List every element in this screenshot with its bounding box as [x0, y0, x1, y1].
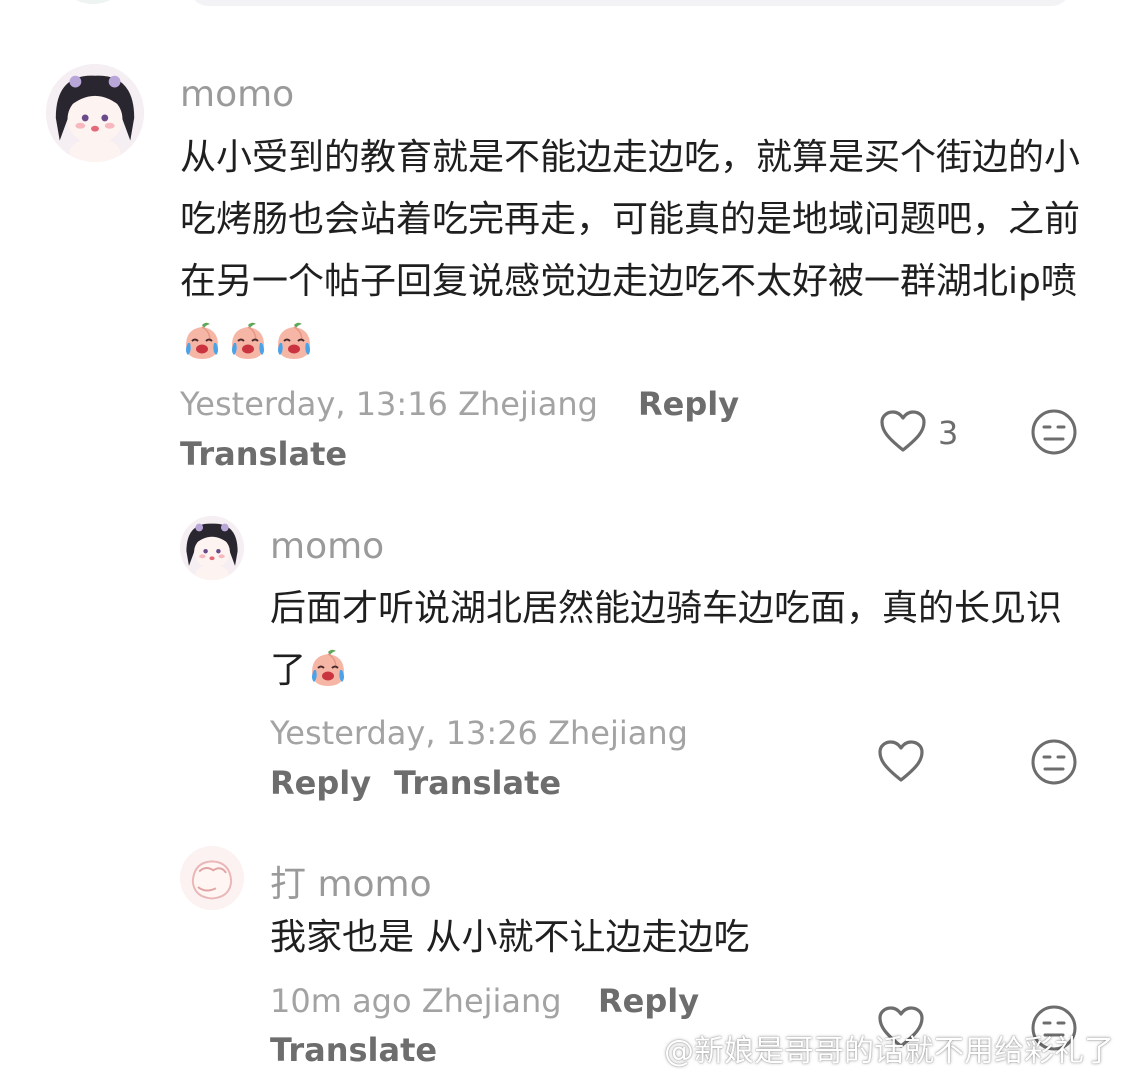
crying-peach-emoji	[306, 646, 350, 690]
like-button[interactable]: 3	[878, 408, 958, 458]
emoji-group	[180, 322, 318, 364]
watermark: @新娘是哥哥的话就不用给彩礼了	[614, 1026, 1114, 1070]
comment-meta: 10m ago Zhejiang	[270, 982, 562, 1020]
comment-body: 我家也是 从小就不让边走边吃	[270, 917, 750, 958]
previous-input-bar	[190, 0, 1070, 6]
avatar[interactable]	[46, 64, 144, 162]
heart-outline-icon	[876, 738, 926, 788]
previous-avatar	[58, 0, 128, 4]
crying-peach-emoji	[272, 319, 316, 363]
emoji-group	[306, 649, 352, 691]
avatar[interactable]	[180, 516, 244, 580]
translate-button[interactable]: Translate	[270, 1031, 437, 1069]
like-button[interactable]	[876, 738, 936, 788]
translate-button[interactable]: Translate	[180, 435, 347, 473]
weibo-logo-icon	[614, 1027, 664, 1069]
meh-face-icon[interactable]	[1030, 738, 1078, 786]
comment-author[interactable]: momo	[180, 74, 294, 115]
avatar[interactable]	[180, 846, 244, 910]
comment-text: 我家也是 从小就不让边走边吃	[270, 907, 1070, 969]
comment-meta: Yesterday, 13:26 Zhejiang	[270, 714, 688, 752]
reply-button[interactable]: Reply	[638, 385, 739, 423]
reply-button[interactable]: Reply	[270, 764, 371, 802]
crying-peach-emoji	[226, 319, 270, 363]
translate-button[interactable]: Translate	[394, 764, 561, 802]
comment-body: 后面才听说湖北居然能边骑车边吃面，真的长见识了	[270, 588, 1063, 691]
comment-text: 从小受到的教育就是不能边走边吃，就算是买个街边的小吃烤肠也会站着吃完再走，可能真…	[180, 127, 1080, 375]
comment-meta: Yesterday, 13:16 Zhejiang	[180, 385, 598, 423]
reply-button[interactable]: Reply	[598, 982, 699, 1020]
comment-body: 从小受到的教育就是不能边走边吃，就算是买个街边的小吃烤肠也会站着吃完再走，可能真…	[180, 137, 1081, 302]
crying-peach-emoji	[180, 319, 224, 363]
comment-author[interactable]: 打 momo	[270, 855, 432, 907]
like-count: 3	[938, 414, 959, 452]
watermark-text: @新娘是哥哥的话就不用给彩礼了	[664, 1034, 1114, 1069]
comment-text: 后面才听说湖北居然能边骑车边吃面，真的长见识了	[270, 578, 1070, 702]
meh-face-icon[interactable]	[1030, 408, 1078, 456]
comment-author[interactable]: momo	[270, 526, 384, 567]
heart-outline-icon	[878, 408, 928, 458]
